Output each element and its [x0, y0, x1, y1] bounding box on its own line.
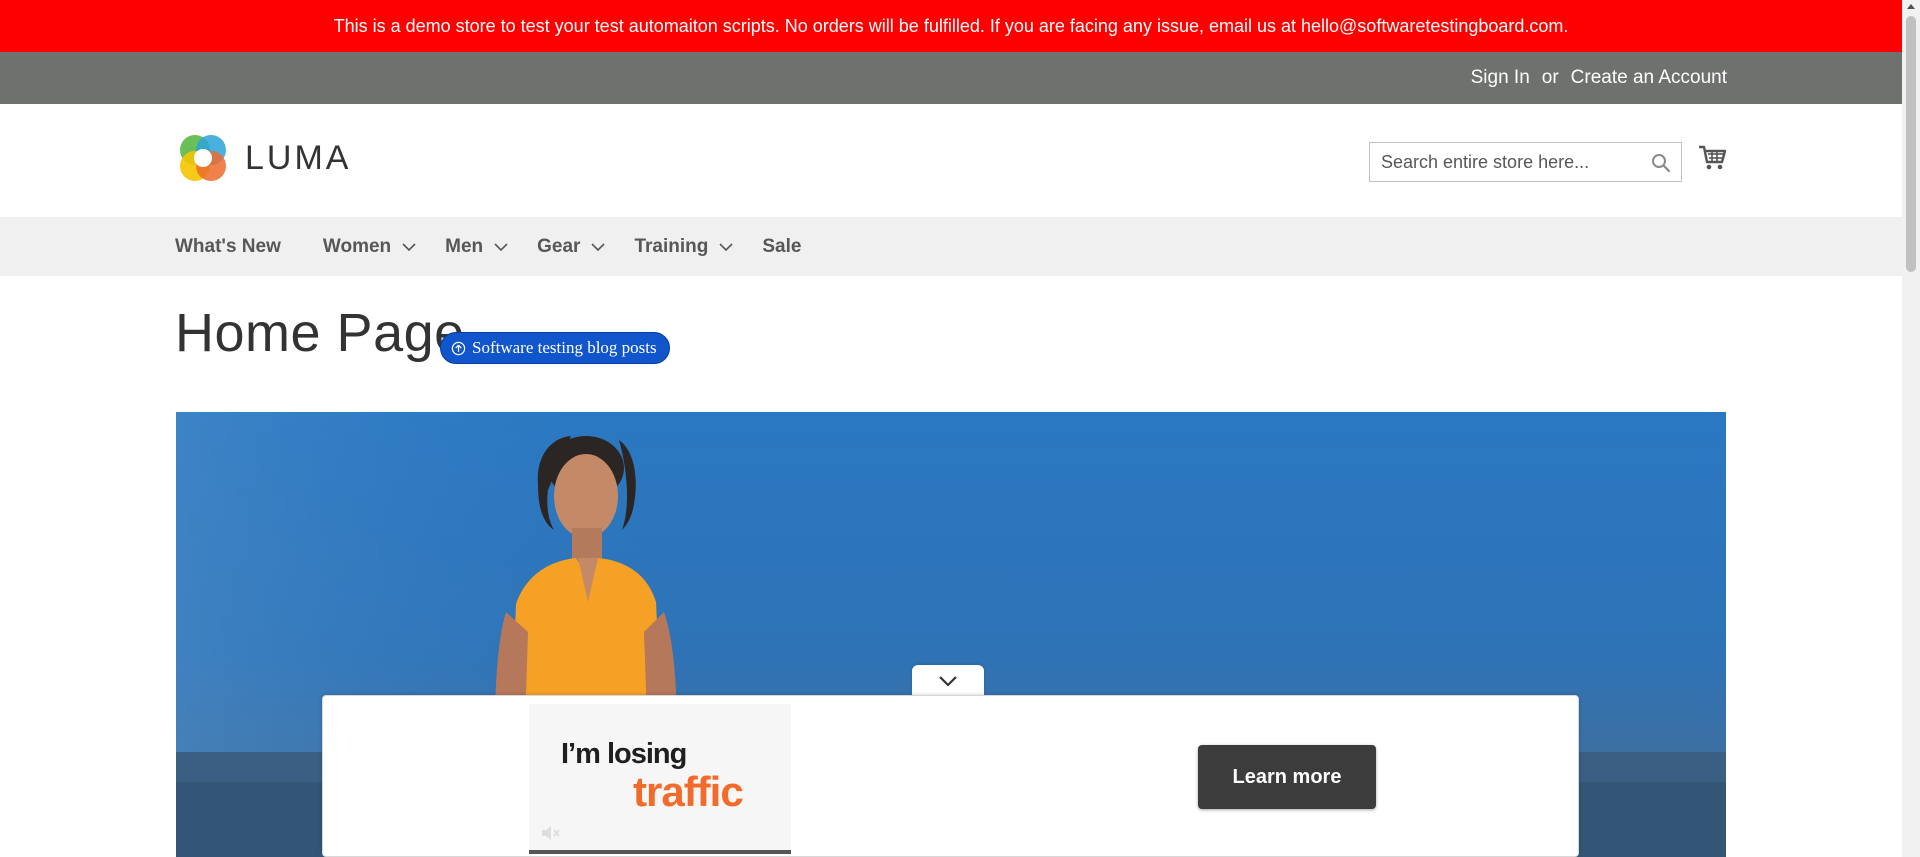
ad-video-progress — [529, 850, 791, 854]
page-title: Home Page — [175, 303, 465, 363]
chevron-down-icon — [939, 676, 957, 687]
search-input[interactable] — [1370, 143, 1681, 181]
luma-logo-text: LUMA — [245, 138, 352, 177]
nav-item-gear[interactable]: Gear — [537, 236, 606, 258]
nav-item-label: Gear — [537, 235, 581, 257]
software-testing-blog-button[interactable]: Software testing blog posts — [440, 332, 670, 364]
chevron-down-icon — [494, 242, 508, 251]
or-separator: or — [1541, 67, 1559, 88]
nav-item-label: Women — [322, 235, 392, 257]
nav-item-label: Training — [634, 235, 709, 257]
nav-item-label: Men — [445, 235, 484, 257]
ad-creative[interactable]: I’m losing traffic — [529, 704, 791, 854]
demo-notice-banner: This is a demo store to test your test a… — [0, 0, 1902, 52]
blog-button-label: Software testing blog posts — [472, 338, 657, 357]
scroll-thumb[interactable] — [1906, 16, 1916, 272]
nav-item-label: Sale — [762, 235, 802, 257]
search-box — [1369, 142, 1682, 182]
vertical-scrollbar[interactable] — [1902, 0, 1920, 857]
nav-item-training[interactable]: Training — [634, 236, 734, 258]
search-icon[interactable] — [1651, 153, 1671, 173]
nav-item-label: What's New — [175, 235, 281, 257]
ad-collapse-toggle[interactable] — [912, 665, 984, 697]
shopping-cart-icon[interactable] — [1698, 143, 1728, 173]
nav-item-what-s-new[interactable]: What's New — [175, 236, 281, 258]
chevron-down-icon — [402, 242, 416, 251]
sticky-ad-panel: I’m losing traffic Learn more — [322, 695, 1579, 857]
main-navigation: What's New Women Men Gear Training Sale — [0, 217, 1902, 276]
demo-notice-text: This is a demo store to test your test a… — [333, 15, 1569, 36]
chevron-down-icon — [591, 242, 606, 251]
nav-items: What's New Women Men Gear Training Sale — [175, 217, 801, 276]
scroll-up-arrow-icon[interactable] — [1907, 4, 1915, 9]
nav-item-women[interactable]: Women — [323, 236, 417, 258]
mute-icon[interactable] — [539, 822, 561, 844]
nav-item-sale[interactable]: Sale — [762, 236, 801, 258]
luma-logo-icon — [180, 135, 226, 181]
plus-circle-icon — [451, 341, 466, 355]
nav-item-men[interactable]: Men — [445, 236, 509, 258]
ad-headline-line1: I’m losing — [561, 738, 687, 770]
chevron-down-icon — [719, 242, 733, 251]
ad-headline-line2: traffic — [633, 768, 744, 815]
learn-more-button[interactable]: Learn more — [1198, 745, 1376, 809]
create-account-link[interactable]: Create an Account — [1571, 67, 1727, 89]
account-links: Sign In or Create an Account — [1471, 52, 1727, 104]
luma-logo[interactable]: LUMA — [175, 130, 351, 186]
top-header-bar: Sign In or Create an Account — [0, 52, 1902, 104]
sign-in-link[interactable]: Sign In — [1471, 67, 1530, 89]
